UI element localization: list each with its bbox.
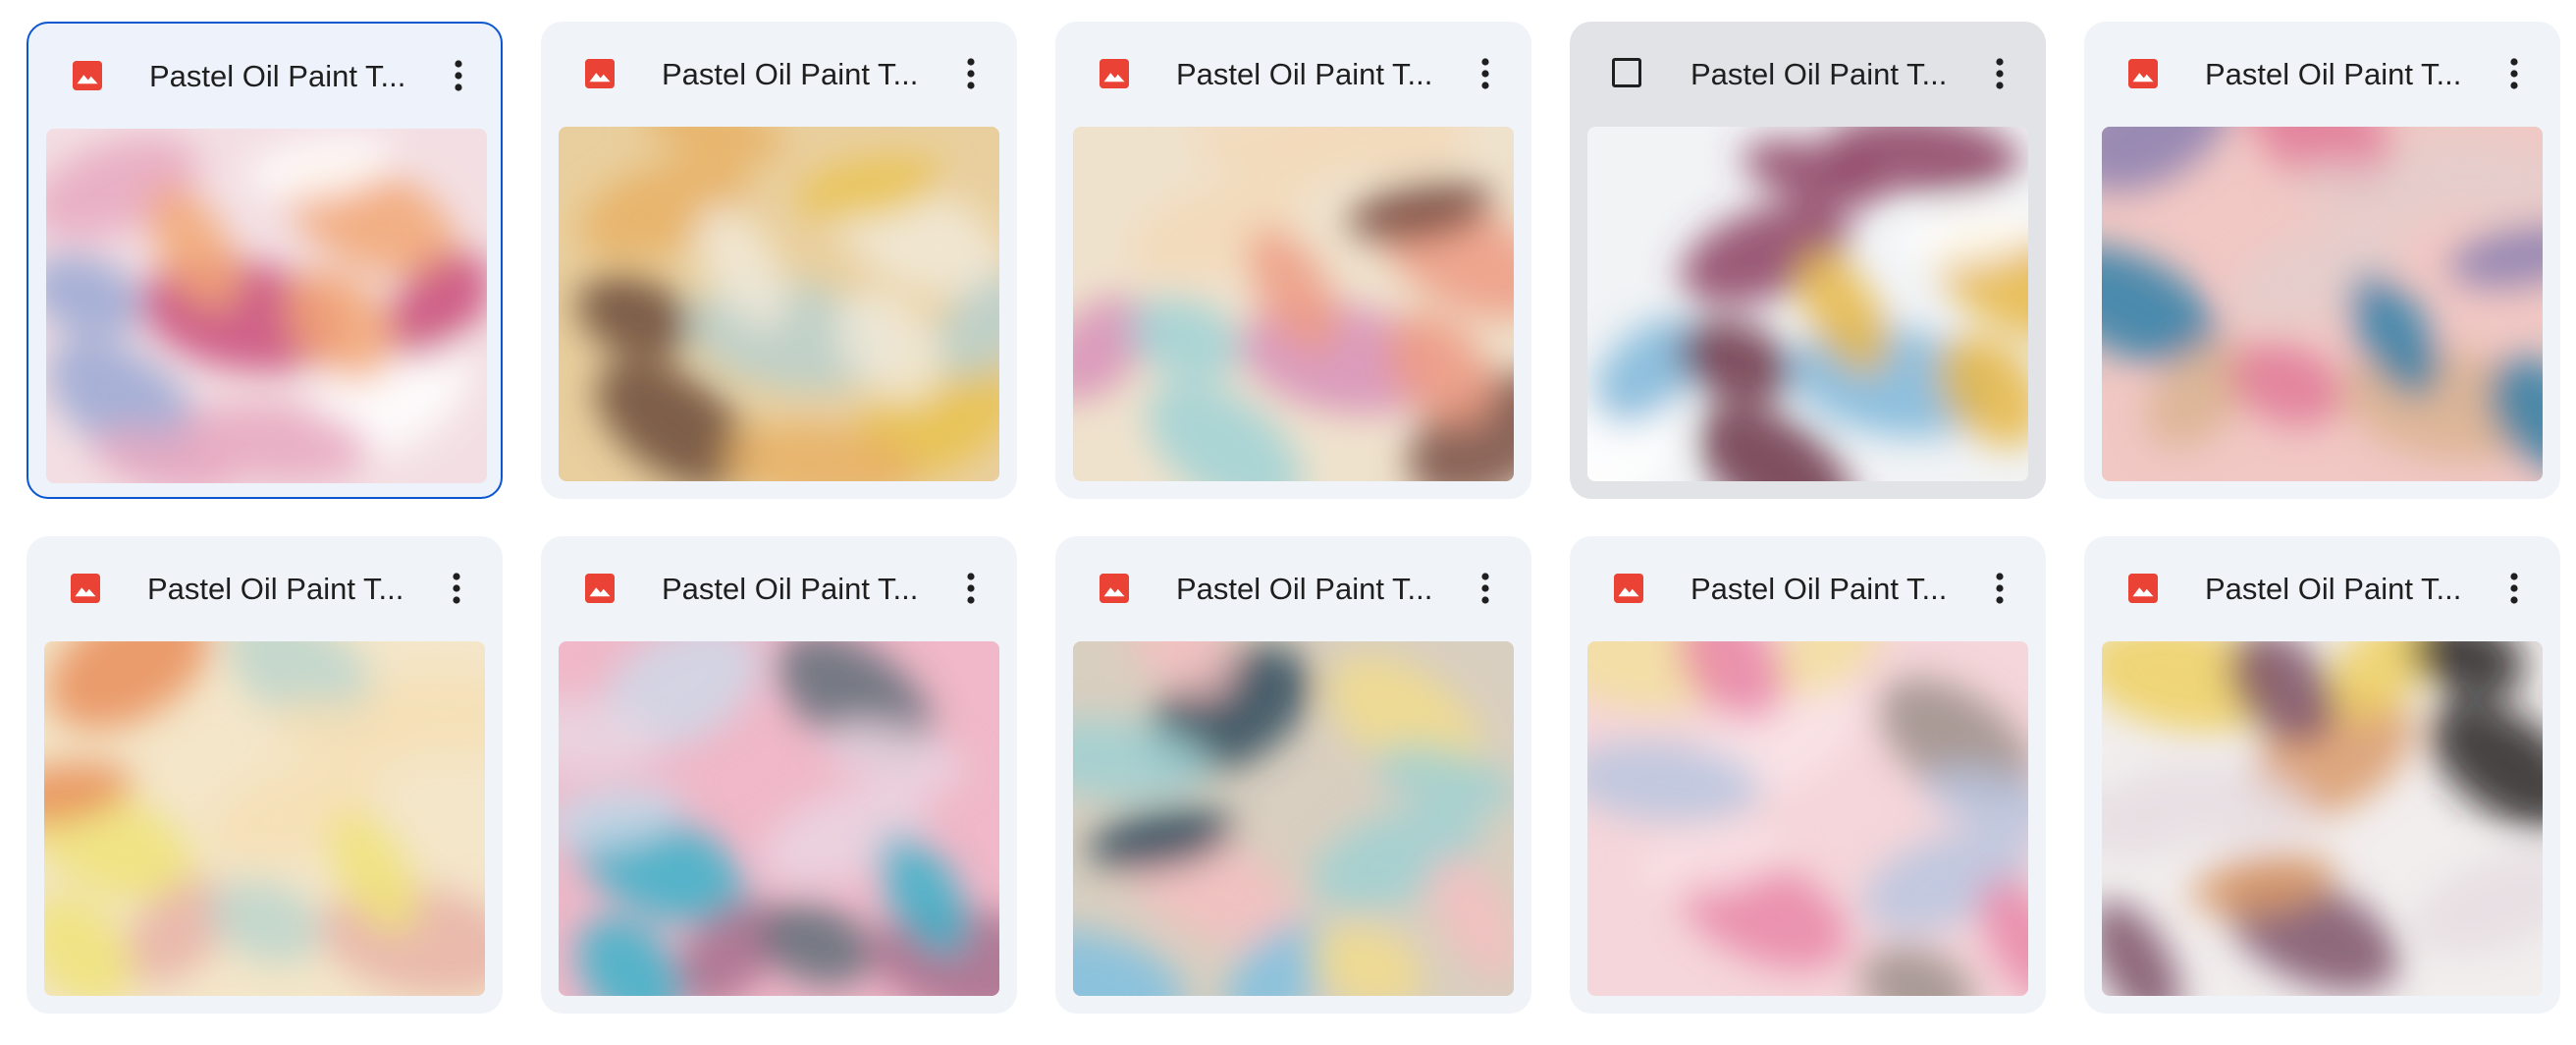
- more-options-button[interactable]: [947, 50, 994, 97]
- file-thumbnail[interactable]: [1073, 641, 1514, 996]
- more-options-button[interactable]: [2491, 50, 2538, 97]
- file-thumbnail[interactable]: [2102, 127, 2543, 481]
- more-vert-icon: [455, 60, 462, 91]
- more-options-button[interactable]: [2491, 565, 2538, 612]
- more-vert-icon: [967, 573, 975, 604]
- file-thumbnail[interactable]: [1587, 127, 2028, 481]
- file-card[interactable]: Pastel Oil Paint T...: [27, 536, 503, 1014]
- more-options-button[interactable]: [947, 565, 994, 612]
- file-card[interactable]: Pastel Oil Paint T...: [541, 22, 1017, 499]
- more-vert-icon: [2510, 573, 2518, 604]
- image-file-icon: [70, 58, 105, 93]
- file-title: Pastel Oil Paint T...: [1176, 57, 1433, 91]
- more-vert-icon: [967, 58, 975, 89]
- file-thumbnail[interactable]: [46, 129, 487, 483]
- more-vert-icon: [1996, 58, 2004, 89]
- more-vert-icon: [2510, 58, 2518, 89]
- image-file-icon: [1097, 571, 1132, 606]
- more-options-button[interactable]: [1462, 50, 1509, 97]
- more-options-button[interactable]: [1976, 50, 2023, 97]
- more-vert-icon: [1481, 573, 1489, 604]
- checkbox-icon[interactable]: [1612, 58, 1641, 87]
- file-title: Pastel Oil Paint T...: [147, 572, 404, 606]
- file-title: Pastel Oil Paint T...: [1176, 572, 1433, 606]
- more-options-button[interactable]: [1976, 565, 2023, 612]
- file-thumbnail[interactable]: [1073, 127, 1514, 481]
- more-options-button[interactable]: [1462, 565, 1509, 612]
- file-thumbnail[interactable]: [44, 641, 485, 996]
- image-file-icon: [1611, 571, 1646, 606]
- file-title: Pastel Oil Paint T...: [1690, 57, 1948, 91]
- file-card[interactable]: Pastel Oil Paint T...: [541, 536, 1017, 1014]
- file-card[interactable]: Pastel Oil Paint T...: [1055, 22, 1531, 499]
- more-vert-icon: [1481, 58, 1489, 89]
- file-thumbnail[interactable]: [1587, 641, 2028, 996]
- file-grid: Pastel Oil Paint T... Pastel Oil Paint T.…: [27, 22, 2560, 1014]
- more-options-button[interactable]: [433, 565, 480, 612]
- image-file-icon: [582, 56, 617, 91]
- file-card[interactable]: Pastel Oil Paint T...: [1055, 536, 1531, 1014]
- file-thumbnail[interactable]: [559, 127, 999, 481]
- file-card[interactable]: Pastel Oil Paint T...: [1570, 22, 2046, 499]
- image-file-icon: [2125, 56, 2161, 91]
- file-card[interactable]: Pastel Oil Paint T...: [2084, 536, 2560, 1014]
- file-title: Pastel Oil Paint T...: [2205, 572, 2462, 606]
- file-thumbnail[interactable]: [2102, 641, 2543, 996]
- file-card[interactable]: Pastel Oil Paint T...: [2084, 22, 2560, 499]
- file-title: Pastel Oil Paint T...: [662, 572, 919, 606]
- file-card[interactable]: Pastel Oil Paint T...: [1570, 536, 2046, 1014]
- image-file-icon: [68, 571, 103, 606]
- more-vert-icon: [453, 573, 460, 604]
- file-title: Pastel Oil Paint T...: [149, 59, 406, 93]
- image-file-icon: [582, 571, 617, 606]
- file-title: Pastel Oil Paint T...: [1690, 572, 1948, 606]
- file-title: Pastel Oil Paint T...: [662, 57, 919, 91]
- image-file-icon: [2125, 571, 2161, 606]
- file-title: Pastel Oil Paint T...: [2205, 57, 2462, 91]
- image-file-icon: [1097, 56, 1132, 91]
- more-options-button[interactable]: [435, 52, 482, 99]
- file-card[interactable]: Pastel Oil Paint T...: [27, 22, 503, 499]
- file-thumbnail[interactable]: [559, 641, 999, 996]
- more-vert-icon: [1996, 573, 2004, 604]
